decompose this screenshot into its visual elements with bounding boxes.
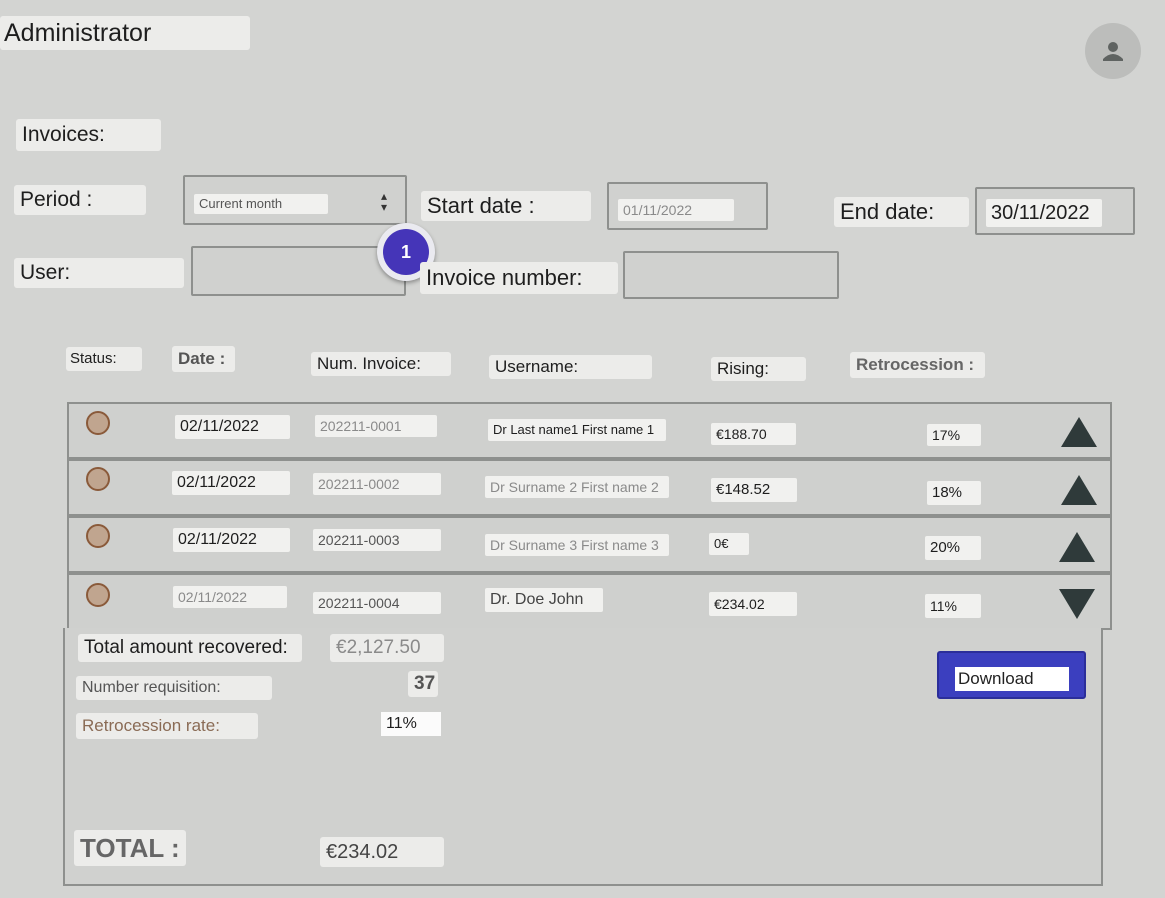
table-row[interactable]: 02/11/2022 202211-0002 Dr Surname 2 Firs… (67, 459, 1112, 516)
row-retro: 18% (927, 481, 981, 505)
row-retro: 11% (925, 594, 981, 618)
start-date-label: Start date : (421, 191, 591, 221)
user-icon (1103, 42, 1123, 61)
col-header-rising: Rising: (711, 357, 806, 381)
col-header-date: Date : (172, 346, 235, 372)
end-date-value: 30/11/2022 (986, 199, 1102, 227)
total-recovered-label: Total amount recovered: (78, 634, 302, 662)
user-field[interactable] (191, 246, 406, 296)
total-recovered-value: €2,127.50 (330, 634, 444, 662)
total-label: TOTAL : (74, 830, 186, 866)
chevron-updown-icon: ▴ ▾ (381, 189, 388, 214)
status-indicator (86, 411, 110, 435)
row-username: Dr Surname 2 First name 2 (485, 476, 669, 498)
status-indicator (86, 583, 110, 607)
table-row[interactable]: 02/11/2022 202211-0004 Dr. Doe John €234… (67, 573, 1112, 630)
row-username: Dr Last name1 First name 1 (488, 419, 666, 441)
row-invoice: 202211-0001 (315, 415, 437, 437)
row-rising: €148.52 (711, 478, 797, 502)
number-requisition-label: Number requisition: (76, 676, 272, 700)
status-indicator (86, 467, 110, 491)
row-username: Dr Surname 3 First name 3 (485, 534, 669, 556)
row-retro: 20% (925, 536, 981, 560)
app-title: Administrator (0, 16, 250, 50)
row-invoice: 202211-0003 (313, 529, 441, 551)
row-rising: €234.02 (709, 592, 797, 616)
retrocession-rate-label: Retrocession rate: (76, 713, 258, 739)
arrow-up-icon[interactable] (1061, 475, 1097, 505)
invoice-number-label: Invoice number: (420, 262, 618, 294)
row-username: Dr. Doe John (485, 588, 603, 612)
period-label: Period : (14, 185, 146, 215)
section-title: Invoices: (16, 119, 161, 151)
row-rising: 0€ (709, 533, 749, 555)
row-invoice: 202211-0004 (313, 592, 441, 614)
end-date-field[interactable]: 30/11/2022 (975, 187, 1135, 235)
row-date: 02/11/2022 (172, 471, 290, 495)
col-header-num-invoice: Num. Invoice: (311, 352, 451, 376)
number-requisition-value: 37 (408, 671, 438, 697)
start-date-field[interactable]: 01/11/2022 (607, 182, 768, 230)
period-select-value: Current month (194, 194, 328, 214)
user-label: User: (14, 258, 184, 288)
total-value: €234.02 (320, 837, 444, 867)
col-header-username: Username: (489, 355, 652, 379)
arrow-down-icon[interactable] (1059, 589, 1095, 619)
status-indicator (86, 524, 110, 548)
col-header-retrocession: Retrocession : (850, 352, 985, 378)
arrow-up-icon[interactable] (1059, 532, 1095, 562)
row-date: 02/11/2022 (173, 586, 287, 608)
row-rising: €188.70 (711, 423, 796, 445)
download-button[interactable]: Download (937, 651, 1086, 699)
row-date: 02/11/2022 (175, 415, 290, 439)
row-invoice: 202211-0002 (313, 473, 441, 495)
invoice-number-field[interactable] (623, 251, 839, 299)
table-row[interactable]: 02/11/2022 202211-0003 Dr Surname 3 Firs… (67, 516, 1112, 573)
arrow-up-icon[interactable] (1061, 417, 1097, 447)
table-row[interactable]: 02/11/2022 202211-0001 Dr Last name1 Fir… (67, 402, 1112, 459)
row-retro: 17% (927, 424, 981, 446)
retrocession-rate-value: 11% (381, 712, 441, 736)
col-header-status: Status: (66, 347, 142, 371)
period-select[interactable]: Current month ▴ ▾ (183, 175, 407, 225)
start-date-value: 01/11/2022 (618, 199, 734, 221)
row-date: 02/11/2022 (173, 528, 290, 552)
user-avatar-button[interactable] (1085, 23, 1141, 79)
end-date-label: End date: (834, 197, 969, 227)
download-button-label: Download (955, 667, 1069, 691)
